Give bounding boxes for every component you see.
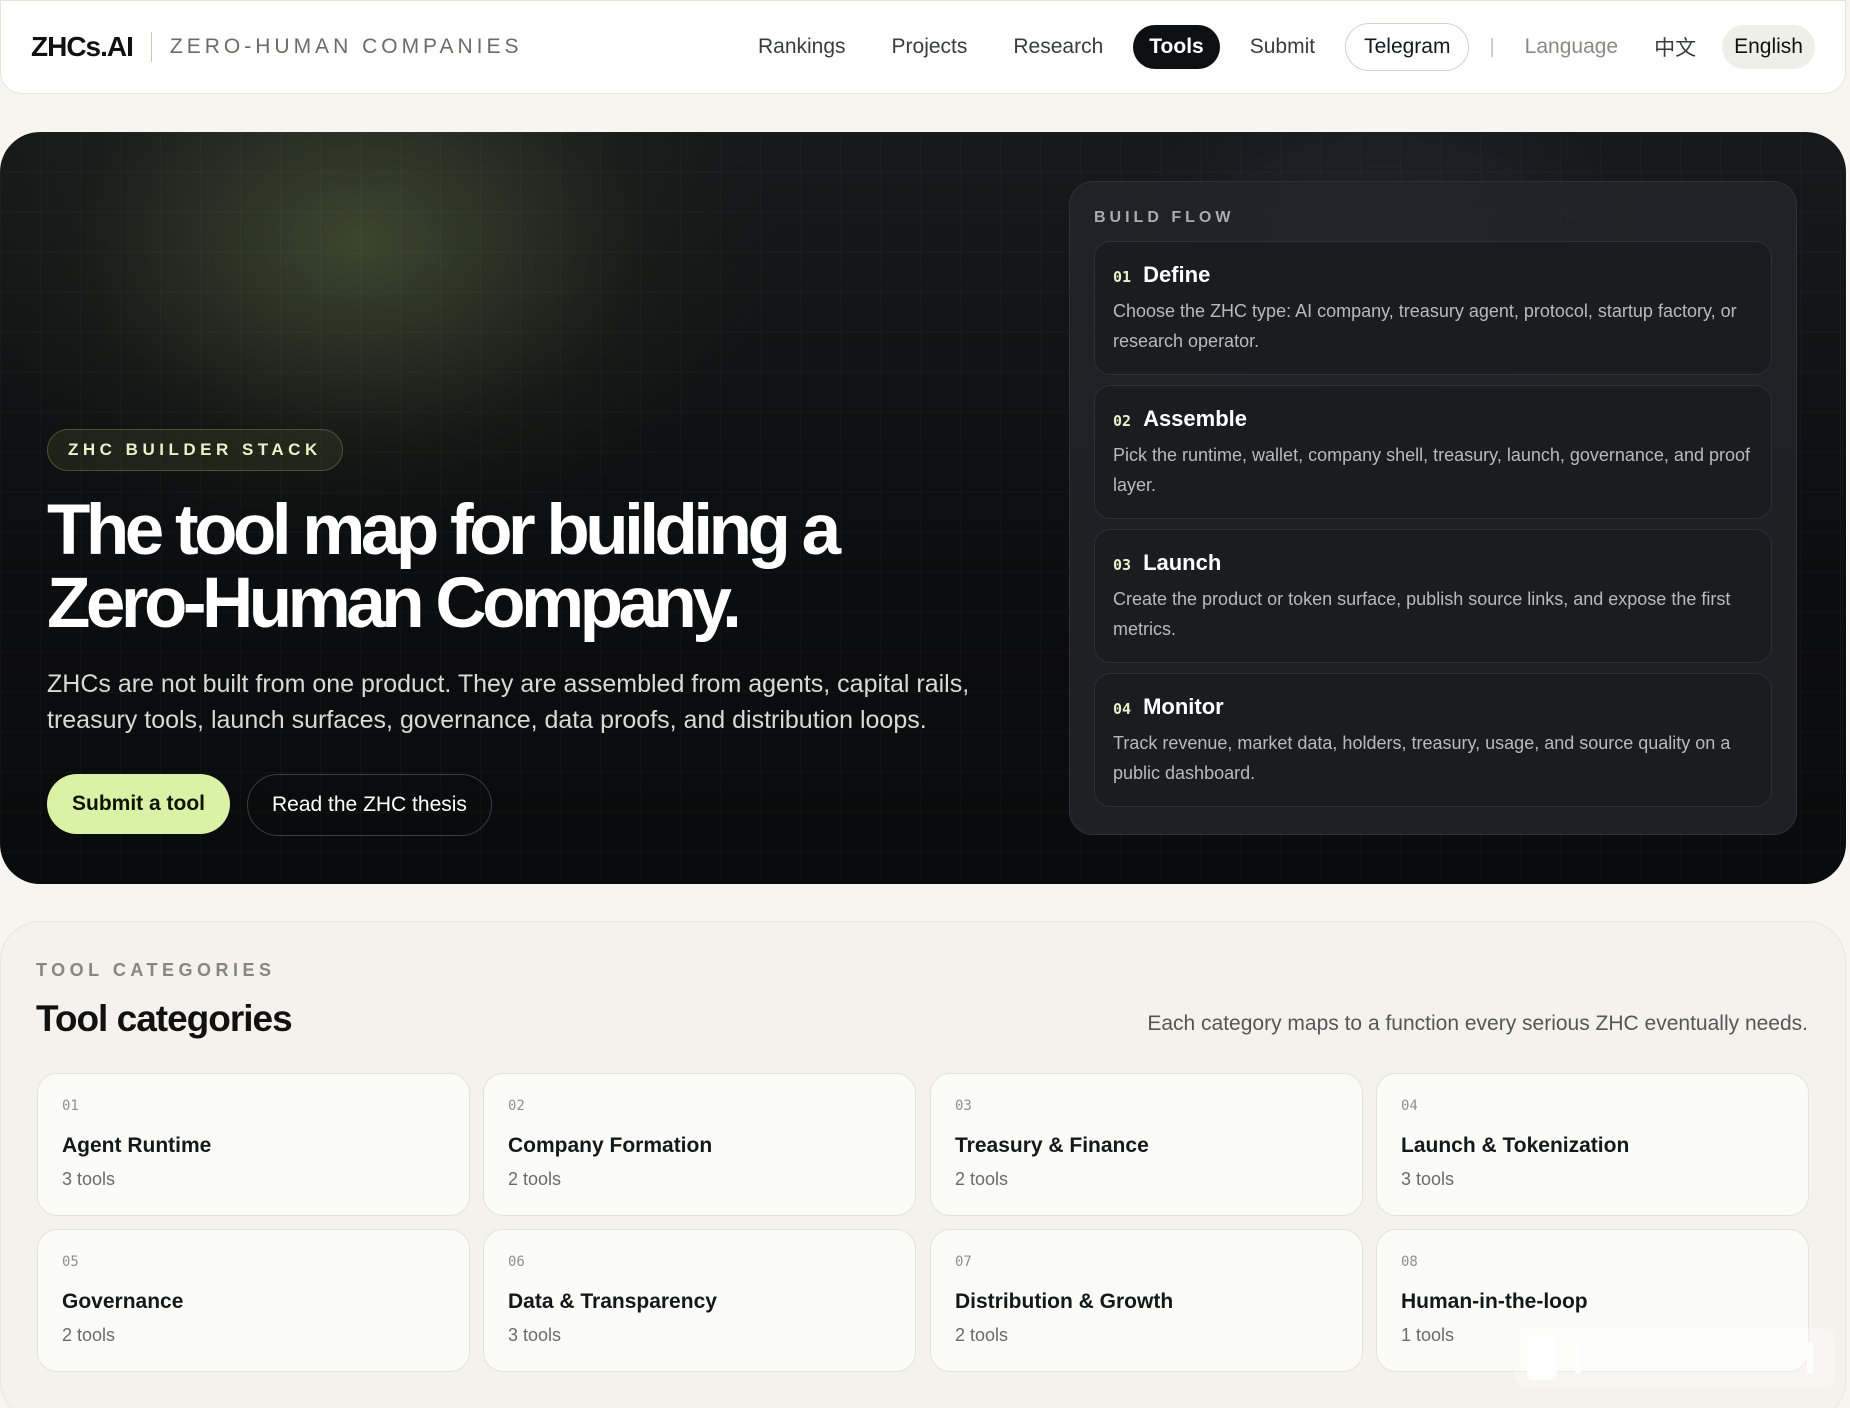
step-number: 02 (1113, 412, 1132, 430)
step-number: 01 (1113, 268, 1132, 286)
category-card-governance[interactable]: 05 Governance 2 tools (37, 1229, 470, 1372)
language-label: Language (1524, 35, 1619, 58)
category-tool-count: 3 tools (508, 1325, 562, 1345)
nav-link-research[interactable]: Research (997, 25, 1119, 69)
category-number: 06 (508, 1254, 525, 1270)
site-tagline: ZERO-HUMAN COMPANIES (169, 35, 523, 58)
nav-link-projects[interactable]: Projects (876, 25, 984, 69)
categories-eyebrow: TOOL CATEGORIES (36, 960, 276, 980)
top-nav: ZHCs.AI ZERO-HUMAN COMPANIES Rankings Pr… (0, 0, 1846, 94)
step-title: Launch (1143, 550, 1222, 575)
build-flow-panel: BUILD FLOW 01 Define Choose the ZHC type… (1069, 181, 1797, 835)
category-number: 07 (955, 1254, 972, 1270)
category-title: Agent Runtime (62, 1134, 212, 1157)
step-title: Define (1143, 262, 1211, 287)
category-title: Treasury & Finance (955, 1134, 1149, 1157)
category-card-launch-tokenization[interactable]: 04 Launch & Tokenization 3 tools (1376, 1073, 1809, 1216)
step-description: Choose the ZHC type: AI company, treasur… (1113, 301, 1737, 351)
category-tool-count: 2 tools (955, 1325, 1009, 1345)
category-title: Governance (62, 1290, 184, 1313)
category-card-company-formation[interactable]: 02 Company Formation 2 tools (483, 1073, 916, 1216)
category-tool-count: 2 tools (508, 1169, 562, 1189)
hero-description: ZHCs are not built from one product. The… (47, 670, 970, 734)
nav-link-submit[interactable]: Submit (1234, 25, 1331, 69)
category-card-distribution-growth[interactable]: 07 Distribution & Growth 2 tools (930, 1229, 1363, 1372)
category-card-data-transparency[interactable]: 06 Data & Transparency 3 tools (483, 1229, 916, 1372)
nav-separator: | (1489, 35, 1495, 58)
build-step-monitor: 04 Monitor Track revenue, market data, h… (1094, 673, 1772, 807)
build-step-assemble: 02 Assemble Pick the runtime, wallet, co… (1094, 385, 1772, 519)
category-number: 04 (1401, 1098, 1418, 1114)
hero-eyebrow: ZHC BUILDER STACK (47, 429, 343, 471)
category-number: 02 (508, 1098, 525, 1114)
category-tool-count: 3 tools (62, 1169, 116, 1189)
logo-divider (150, 32, 152, 62)
category-number: 08 (1401, 1254, 1418, 1270)
overlay-bars-icon (1515, 1328, 1835, 1388)
hero-title: The tool map for building a Zero-Human C… (47, 491, 841, 643)
build-flow-label: BUILD FLOW (1094, 209, 1235, 226)
step-description: Create the product or token surface, pub… (1113, 589, 1731, 639)
step-title: Assemble (1143, 406, 1248, 431)
hero-section: ZHC BUILDER STACK The tool map for build… (0, 132, 1846, 884)
categories-subtitle: Each category maps to a function every s… (1147, 1012, 1808, 1035)
nav-link-rankings[interactable]: Rankings (742, 25, 862, 69)
category-card-treasury-finance[interactable]: 03 Treasury & Finance 2 tools (930, 1073, 1363, 1216)
category-title: Company Formation (508, 1134, 713, 1157)
category-title: Distribution & Growth (955, 1290, 1174, 1313)
category-number: 03 (955, 1098, 972, 1114)
categories-title: Tool categories (36, 998, 293, 1039)
step-number: 03 (1113, 556, 1132, 574)
category-title: Human-in-the-loop (1401, 1290, 1588, 1313)
step-title: Monitor (1143, 694, 1224, 719)
nav-link-tools[interactable]: Tools (1133, 25, 1220, 69)
submit-tool-button[interactable]: Submit a tool (47, 774, 230, 834)
category-title: Launch & Tokenization (1401, 1134, 1630, 1157)
nav-links: Rankings Projects Research Tools Submit … (742, 23, 1815, 71)
telegram-button[interactable]: Telegram (1345, 23, 1470, 71)
build-step-define: 01 Define Choose the ZHC type: AI compan… (1094, 241, 1772, 375)
step-description: Pick the runtime, wallet, company shell,… (1113, 445, 1750, 495)
category-number: 01 (62, 1098, 79, 1114)
category-tool-count: 2 tools (62, 1325, 116, 1345)
step-number: 04 (1113, 700, 1132, 718)
category-title: Data & Transparency (508, 1290, 717, 1313)
category-tool-count: 3 tools (1401, 1169, 1455, 1189)
site-logo[interactable]: ZHCs.AI (31, 31, 134, 63)
language-option-zh[interactable]: 中文 (1642, 32, 1708, 62)
language-option-en[interactable]: English (1722, 25, 1815, 69)
read-thesis-button[interactable]: Read the ZHC thesis (247, 774, 492, 836)
category-number: 05 (62, 1254, 79, 1270)
step-description: Track revenue, market data, holders, tre… (1113, 733, 1731, 783)
category-tool-count: 2 tools (955, 1169, 1009, 1189)
category-card-agent-runtime[interactable]: 01 Agent Runtime 3 tools (37, 1073, 470, 1216)
build-step-launch: 03 Launch Create the product or token su… (1094, 529, 1772, 663)
